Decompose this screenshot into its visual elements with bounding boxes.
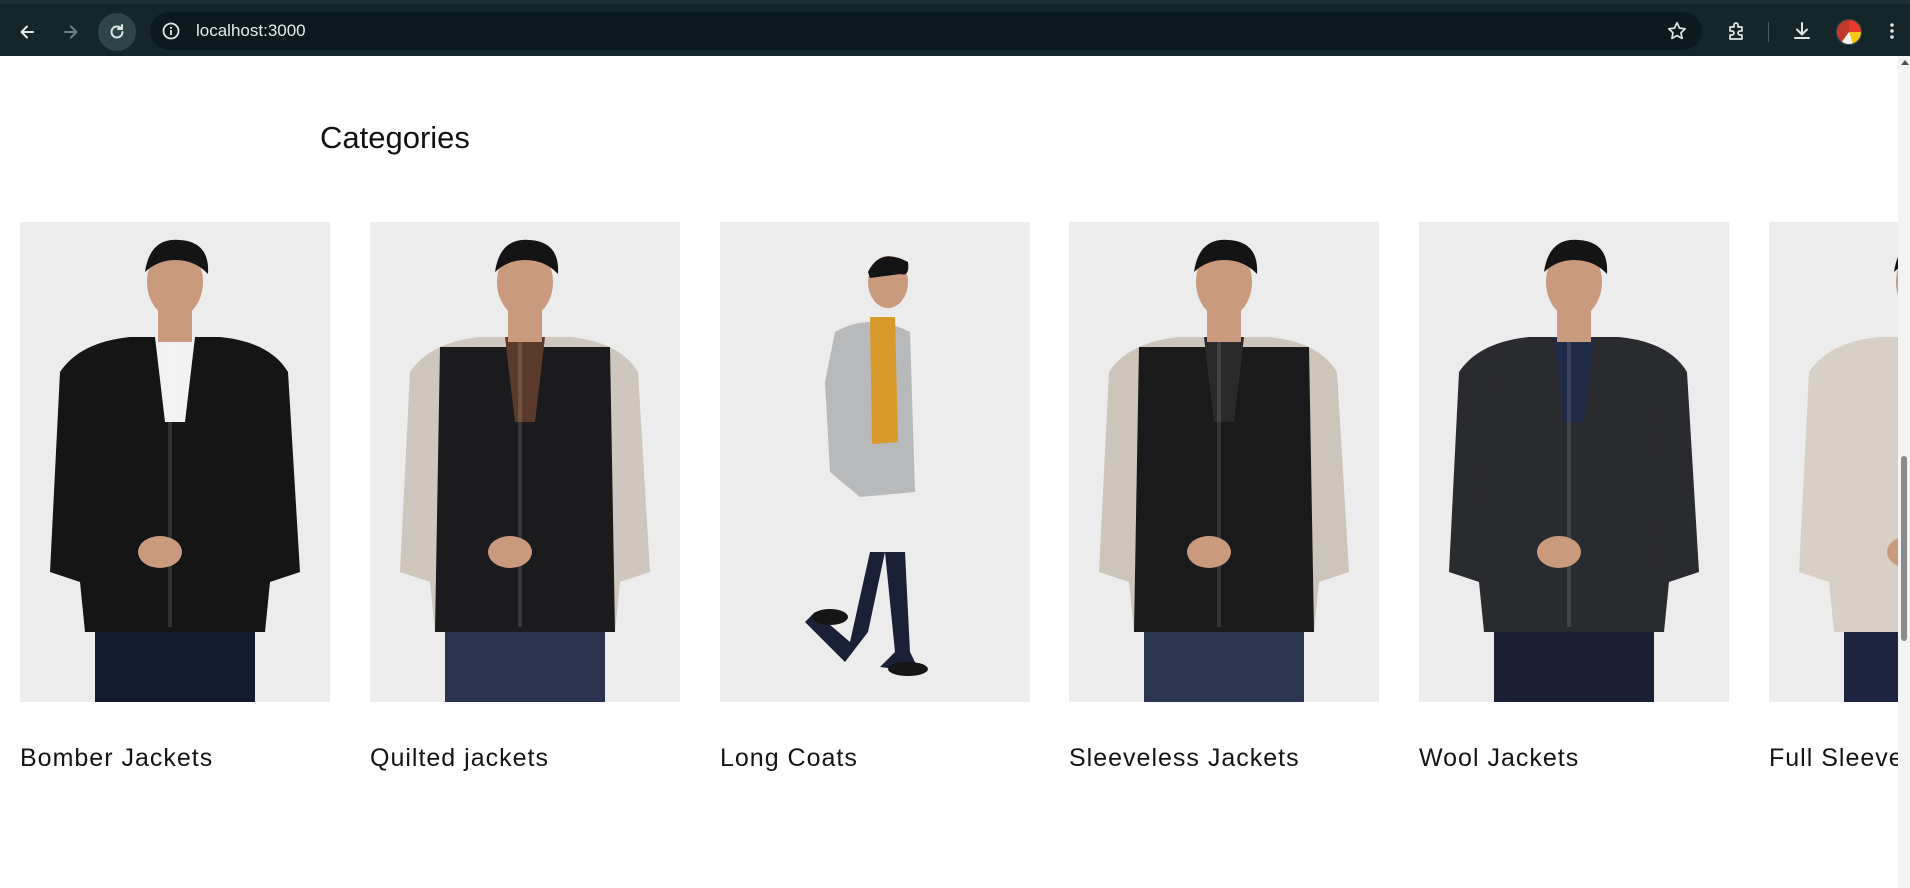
model-illustration	[20, 222, 330, 702]
vertical-scrollbar[interactable]	[1898, 56, 1910, 888]
reload-icon	[110, 24, 124, 39]
coat-shape	[825, 322, 915, 497]
category-label[interactable]: Wool Jackets	[1419, 744, 1729, 773]
category-label[interactable]: Sleeveless Jackets	[1069, 744, 1379, 773]
category-label[interactable]: Long Coats	[720, 744, 1030, 773]
back-button[interactable]	[8, 13, 46, 51]
model-illustration	[720, 222, 1030, 702]
pants-shape	[1844, 622, 1898, 702]
profile-avatar[interactable]	[1836, 19, 1862, 45]
category-card-quilted-jackets[interactable]: Quilted jackets	[370, 222, 680, 773]
model-illustration	[370, 222, 680, 702]
hands-shape	[138, 536, 182, 568]
category-card-full-sleeve[interactable]: Full Sleeve	[1769, 222, 1898, 773]
category-label[interactable]: Full Sleeve	[1769, 744, 1898, 773]
star-icon[interactable]	[1666, 20, 1688, 42]
pants-shape	[1144, 622, 1304, 702]
pants-shape	[95, 622, 255, 702]
arrow-right-icon	[64, 25, 78, 39]
url-text[interactable]: localhost:3000	[196, 12, 306, 50]
toolbar-divider	[1768, 22, 1769, 42]
zipper-line	[1217, 342, 1221, 627]
category-label[interactable]: Bomber Jackets	[20, 744, 330, 773]
zipper-line	[1567, 342, 1571, 627]
category-image[interactable]	[1069, 222, 1379, 702]
reload-button[interactable]	[98, 13, 136, 51]
category-card-sleeveless-jackets[interactable]: Sleeveless Jackets	[1069, 222, 1379, 773]
model-illustration	[1069, 222, 1379, 702]
zipper-line	[168, 342, 172, 627]
jacket-shape	[1834, 347, 1898, 632]
category-card-long-coats[interactable]: Long Coats	[720, 222, 1030, 773]
puzzle-icon	[1729, 22, 1743, 40]
extensions-button[interactable]	[1722, 16, 1752, 46]
shoe-shape	[812, 609, 848, 625]
section-title: Categories	[320, 120, 470, 155]
kebab-menu-icon	[1890, 23, 1894, 39]
hands-shape	[1537, 536, 1581, 568]
model-illustration	[1419, 222, 1729, 702]
download-icon	[1794, 22, 1810, 39]
browser-toolbar: localhost:3000	[0, 0, 1910, 56]
category-image[interactable]	[720, 222, 1030, 702]
arrow-left-icon	[20, 25, 34, 39]
downloads-button[interactable]	[1787, 16, 1817, 46]
category-label[interactable]: Quilted jackets	[370, 744, 680, 773]
menu-button[interactable]	[1877, 16, 1907, 46]
sweater-shape	[870, 317, 898, 444]
category-image[interactable]	[20, 222, 330, 702]
pants-shape	[445, 622, 605, 702]
hands-shape	[1187, 536, 1231, 568]
pants-shape	[1494, 622, 1654, 702]
category-image[interactable]	[370, 222, 680, 702]
category-card-bomber-jackets[interactable]: Bomber Jackets	[20, 222, 330, 773]
zipper-line	[518, 342, 522, 627]
hands-shape	[488, 536, 532, 568]
scrollbar-thumb[interactable]	[1901, 456, 1907, 641]
category-image[interactable]	[1419, 222, 1729, 702]
shoe-shape	[888, 662, 928, 676]
info-icon[interactable]	[161, 21, 181, 41]
address-bar[interactable]: localhost:3000	[150, 12, 1702, 50]
model-illustration	[1769, 222, 1898, 702]
category-image[interactable]	[1769, 222, 1898, 702]
scroll-up-arrow-icon[interactable]	[1901, 60, 1909, 65]
forward-button[interactable]	[52, 13, 90, 51]
category-card-wool-jackets[interactable]: Wool Jackets	[1419, 222, 1729, 773]
page-content: Categories Bomber Jackets Quilted jacket…	[0, 56, 1898, 888]
